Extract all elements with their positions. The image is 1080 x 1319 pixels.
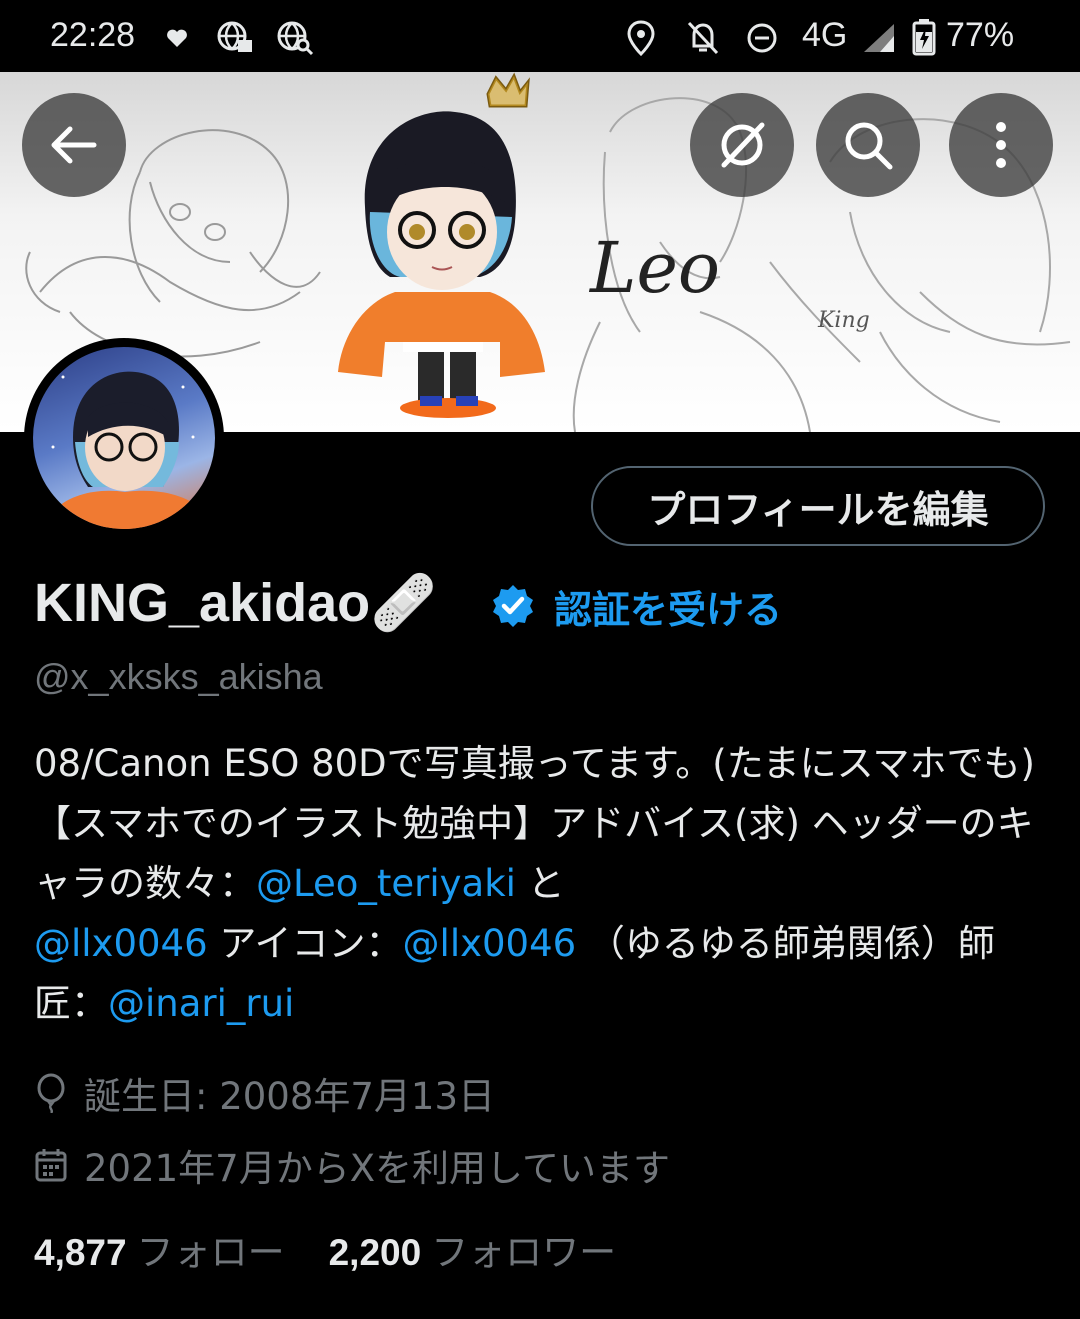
bio-mention-llx-icon[interactable]: @llx0046	[403, 922, 577, 965]
balloon-icon	[37, 1073, 65, 1113]
globe-search-icon	[277, 21, 314, 56]
display-name: KING_akidao🩹	[34, 573, 438, 633]
avatar[interactable]	[24, 338, 224, 538]
followers-label: フォロワー	[431, 1231, 617, 1274]
edit-profile-button[interactable]: プロフィールを編集	[591, 466, 1045, 546]
status-time: 22:28	[50, 16, 136, 54]
battery-percent: 77%	[946, 16, 1015, 54]
followers-count: 2,200	[328, 1232, 422, 1273]
search-button[interactable]	[816, 93, 920, 197]
banner-signature: Leo	[588, 227, 720, 309]
back-button[interactable]	[22, 93, 126, 197]
joined-text: 2021年7月からXを利用しています	[84, 1147, 670, 1190]
heart-icon	[167, 29, 187, 47]
bio-mention-inari[interactable]: @inari_rui	[108, 982, 294, 1025]
svg-text:King: King	[817, 308, 870, 333]
do-not-disturb-icon	[747, 23, 777, 53]
arrow-left-icon	[51, 126, 97, 164]
search-icon	[845, 122, 893, 170]
grok-button[interactable]	[690, 93, 794, 197]
notifications-off-icon	[687, 21, 719, 55]
more-vertical-icon	[996, 122, 1006, 168]
signal-icon	[864, 24, 894, 52]
bio-mention-llx[interactable]: @llx0046	[34, 922, 208, 965]
birthday-row: 誕生日: 2008年7月13日	[34, 1066, 495, 1120]
following-label: フォロー	[136, 1231, 285, 1274]
verified-badge-icon	[493, 585, 533, 627]
following-count: 4,877	[34, 1232, 127, 1273]
get-verified-link[interactable]: 認証を受ける	[490, 582, 782, 632]
battery-charging-icon	[912, 19, 936, 56]
followers-link[interactable]: 2,200 フォロワー	[329, 1222, 617, 1276]
grok-icon	[721, 122, 765, 168]
follow-stats: 4,877 フォロー 2,200 フォロワー	[34, 1222, 616, 1276]
more-button[interactable]	[949, 93, 1053, 197]
following-link[interactable]: 4,877 フォロー	[34, 1222, 285, 1276]
user-handle: @x_xksks_akisha	[34, 656, 323, 697]
status-bar: 22:28 4G 77%	[0, 0, 1080, 72]
location-icon	[627, 20, 655, 56]
get-verified-label[interactable]: 認証を受ける	[554, 579, 782, 634]
bio-text: と	[515, 862, 565, 905]
profile-bio: 08/Canon ESO 80Dで写真撮ってます。(たまにスマホでも)【スマホで…	[34, 734, 1044, 1034]
vpn-globe-icon	[217, 21, 252, 52]
joined-row: 2021年7月からXを利用しています	[34, 1138, 670, 1192]
network-type: 4G	[802, 16, 848, 54]
calendar-icon	[35, 1149, 67, 1182]
bio-mention-leo[interactable]: @Leo_teriyaki	[256, 862, 516, 905]
avatar-image	[33, 347, 215, 529]
bio-text: アイコン：	[207, 922, 403, 965]
birthday-text: 誕生日: 2008年7月13日	[84, 1075, 496, 1118]
